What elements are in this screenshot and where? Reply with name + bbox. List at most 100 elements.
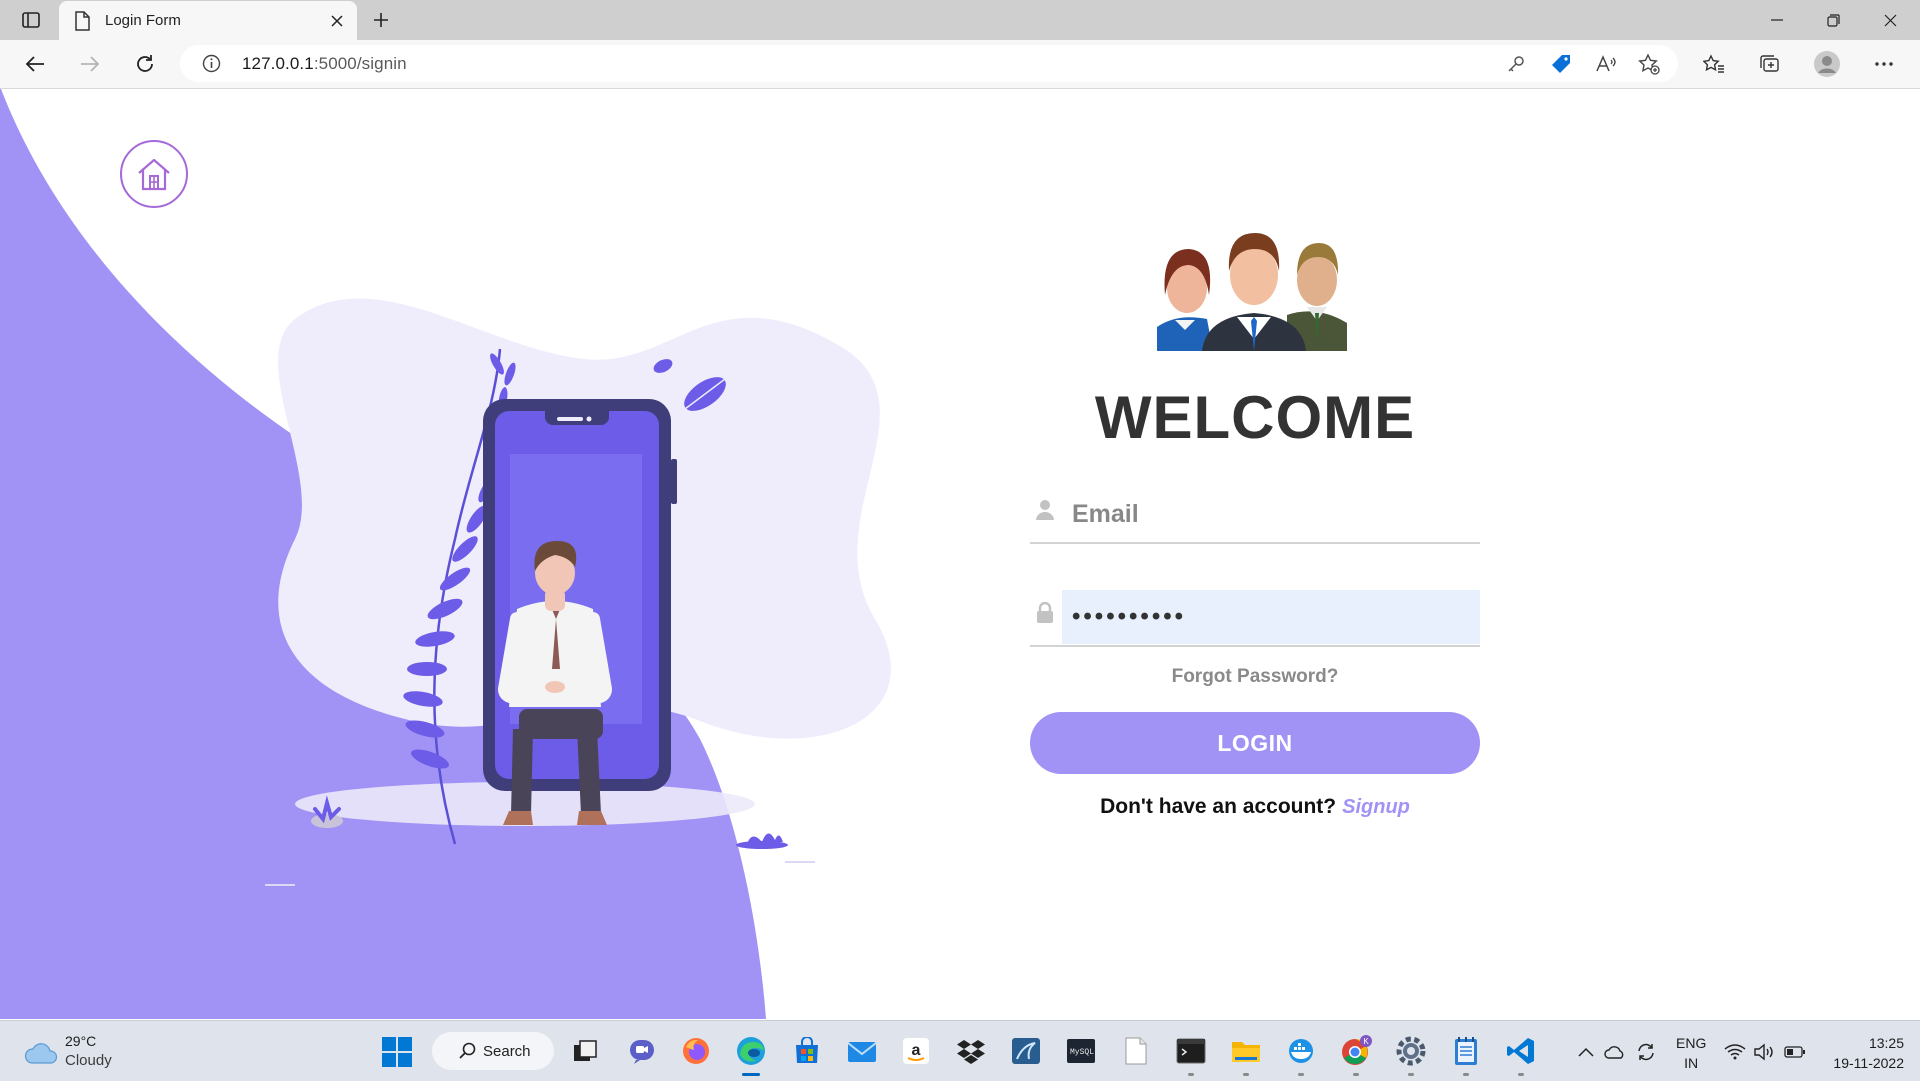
- show-hidden-icons-button[interactable]: [1574, 1041, 1598, 1063]
- user-icon: [1036, 500, 1054, 520]
- mysql-workbench-app[interactable]: [1010, 1035, 1042, 1067]
- browser-tab[interactable]: Login Form: [59, 1, 357, 40]
- coupon-button[interactable]: [1547, 51, 1575, 77]
- weather-widget[interactable]: 29°C Cloudy: [24, 1033, 144, 1073]
- phone-illustration: [265, 298, 891, 886]
- refresh-button[interactable]: [127, 48, 163, 80]
- vscode-app[interactable]: [1505, 1035, 1537, 1076]
- close-icon: [1884, 14, 1896, 26]
- dropbox-app[interactable]: [955, 1035, 987, 1067]
- address-bar[interactable]: 127.0.0.1:5000/signin: [180, 45, 1678, 82]
- start-button[interactable]: [382, 1037, 412, 1067]
- chevron-up-icon: [1578, 1047, 1594, 1057]
- sync-icon: [1638, 1043, 1654, 1061]
- volume-button[interactable]: [1753, 1041, 1777, 1063]
- forward-button[interactable]: [72, 48, 108, 80]
- mail-app[interactable]: [846, 1035, 878, 1067]
- minimize-button[interactable]: [1754, 6, 1800, 34]
- more-options-icon: [1875, 62, 1893, 66]
- sync-button[interactable]: [1634, 1041, 1658, 1063]
- back-button[interactable]: [17, 48, 53, 80]
- file-explorer-app[interactable]: [1230, 1035, 1262, 1076]
- battery-button[interactable]: [1783, 1041, 1807, 1063]
- refresh-icon: [137, 55, 153, 72]
- language-code: ENG: [1676, 1035, 1707, 1051]
- search-icon: [459, 1042, 476, 1059]
- mysql-shell-app[interactable]: MySQL: [1065, 1035, 1097, 1067]
- url-host: 127.0.0.1: [242, 54, 314, 73]
- forgot-password-link[interactable]: Forgot Password?: [1030, 666, 1480, 688]
- password-key-button[interactable]: [1502, 51, 1530, 77]
- weather-condition: Cloudy: [65, 1052, 112, 1069]
- info-icon: [202, 54, 221, 73]
- mysql-workbench-icon: [1012, 1038, 1040, 1064]
- password-input[interactable]: [1062, 590, 1480, 644]
- cloud-icon: [24, 1043, 58, 1064]
- taskbar: 29°C Cloudy Search a MySQL K ENG IN 13:2…: [0, 1020, 1920, 1081]
- new-tab-button[interactable]: [367, 8, 395, 32]
- onedrive-button[interactable]: [1603, 1041, 1627, 1063]
- signup-link[interactable]: Signup: [1342, 796, 1410, 818]
- tab-close-button[interactable]: [327, 11, 347, 31]
- home-button[interactable]: [120, 140, 188, 208]
- task-view-icon: [574, 1040, 597, 1061]
- amazon-app[interactable]: a: [900, 1035, 932, 1067]
- close-icon: [331, 15, 343, 27]
- collections-button[interactable]: [1752, 48, 1788, 80]
- read-aloud-button[interactable]: [1592, 51, 1620, 77]
- wifi-button[interactable]: [1723, 1041, 1747, 1063]
- edge-icon: [737, 1037, 765, 1065]
- welcome-heading: WELCOME: [1094, 384, 1416, 451]
- onedrive-cloud-icon: [1604, 1046, 1624, 1059]
- favorites-button[interactable]: [1696, 48, 1732, 80]
- clock-date: 19-11-2022: [1833, 1055, 1904, 1071]
- notepad-app[interactable]: [1450, 1035, 1482, 1076]
- settings-app[interactable]: [1395, 1035, 1427, 1076]
- arrow-left-icon: [25, 56, 44, 72]
- signup-prompt: Don't have an account? Signup: [1030, 795, 1480, 819]
- edge-app[interactable]: [735, 1035, 767, 1076]
- mysql-shell-icon: MySQL: [1067, 1039, 1095, 1063]
- store-icon: [796, 1037, 818, 1063]
- taskbar-search[interactable]: Search: [432, 1032, 554, 1070]
- tab-actions-button[interactable]: [18, 8, 44, 32]
- star-add-icon: [1638, 53, 1660, 75]
- settings-icon: [1396, 1036, 1426, 1066]
- no-account-text: Don't have an account?: [1100, 795, 1337, 818]
- login-button[interactable]: LOGIN: [1030, 712, 1480, 774]
- chrome-app[interactable]: K: [1340, 1035, 1372, 1076]
- system-clock[interactable]: 13:25 19-11-2022: [1818, 1033, 1904, 1073]
- vscode-icon: [1507, 1038, 1534, 1064]
- settings-menu-button[interactable]: [1866, 48, 1902, 80]
- profile-button[interactable]: [1809, 48, 1845, 80]
- store-app[interactable]: [791, 1035, 823, 1067]
- amazon-icon: a: [903, 1038, 929, 1064]
- plus-icon: [374, 13, 388, 27]
- users-group-image: [1157, 233, 1347, 351]
- add-favorite-button[interactable]: [1635, 51, 1663, 77]
- firefox-app[interactable]: [680, 1035, 712, 1067]
- wifi-icon: [1724, 1044, 1746, 1060]
- password-field-group: [1030, 587, 1480, 647]
- email-input[interactable]: [1062, 487, 1480, 541]
- profile-avatar-icon: [1814, 51, 1840, 77]
- docker-app[interactable]: [1285, 1035, 1317, 1076]
- blank-file-app[interactable]: [1120, 1035, 1152, 1067]
- tag-icon: [1552, 55, 1570, 73]
- file-explorer-icon: [1232, 1042, 1260, 1062]
- close-window-button[interactable]: [1867, 6, 1913, 34]
- minimize-icon: [1771, 19, 1783, 21]
- battery-icon: [1784, 1046, 1805, 1058]
- url-text: 127.0.0.1:5000/signin: [242, 54, 407, 74]
- tab-title: Login Form: [105, 12, 181, 29]
- tab-strip: Login Form: [0, 0, 1920, 40]
- chrome-icon: K: [1342, 1035, 1372, 1065]
- favorites-icon: [1703, 54, 1724, 73]
- browser-toolbar: 127.0.0.1:5000/signin: [0, 40, 1920, 89]
- teams-app[interactable]: [626, 1035, 658, 1067]
- input-language[interactable]: ENG IN: [1676, 1033, 1706, 1073]
- task-view-button[interactable]: [569, 1035, 601, 1067]
- terminal-app[interactable]: [1175, 1035, 1207, 1076]
- restore-button[interactable]: [1810, 6, 1856, 34]
- speaker-icon: [1754, 1043, 1773, 1061]
